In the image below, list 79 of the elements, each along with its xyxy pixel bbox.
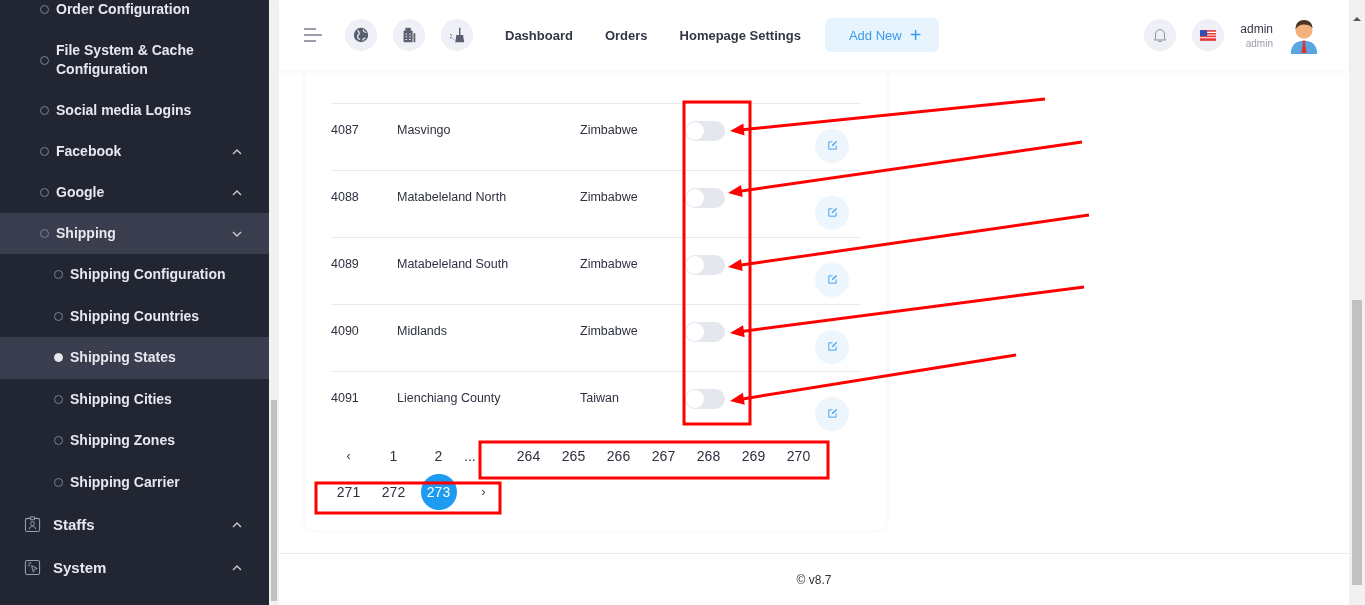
table-cell-text: Matabeleland North <box>397 189 508 206</box>
language-button[interactable] <box>1192 19 1225 51</box>
user-role: admin <box>1245 37 1273 49</box>
table-cell-text: Taiwan <box>580 390 620 407</box>
table-cell-text: 4088 <box>331 189 360 206</box>
status-toggle[interactable] <box>685 322 725 342</box>
flag-icon <box>1200 29 1217 41</box>
page-link[interactable]: 268 <box>686 438 731 474</box>
sidebar-subitem[interactable]: Shipping Carrier <box>0 461 269 503</box>
table-cell-text: Zimbabwe <box>580 323 639 340</box>
sidebar-item[interactable]: Google <box>0 172 269 213</box>
sidebar-subitem[interactable]: Shipping Cities <box>0 378 269 420</box>
page-link[interactable]: 266 <box>596 438 641 474</box>
table-cell-text: Matabeleland South <box>397 256 510 273</box>
cursor-click-icon <box>24 559 41 576</box>
sidebar-subitem[interactable]: Shipping Countries <box>0 295 269 337</box>
page-link[interactable]: ... <box>461 438 506 474</box>
table-cell-text: Zimbabwe <box>580 189 639 206</box>
table-cell-text: Zimbabwe <box>580 122 639 139</box>
edit-icon <box>826 341 838 352</box>
page-link[interactable]: 2 <box>416 438 461 474</box>
table-cell-text: 4089 <box>331 256 360 273</box>
page-link[interactable]: 1 <box>371 438 416 474</box>
user-name: admin <box>1240 21 1273 36</box>
scrollbar[interactable] <box>1349 0 1365 605</box>
nav-link[interactable]: Dashboard <box>505 27 573 43</box>
sidebar-subitem[interactable]: Shipping Zones <box>0 420 269 462</box>
page-link[interactable]: 265 <box>551 438 596 474</box>
edit-button[interactable] <box>815 128 849 163</box>
page-link[interactable]: 272 <box>371 474 416 510</box>
previous-page-link[interactable]: ‹ <box>326 438 371 474</box>
menu-icon[interactable] <box>303 27 323 43</box>
globe-icon <box>352 26 370 44</box>
table-cell-text: Zimbabwe <box>580 256 639 273</box>
edit-icon <box>826 274 838 285</box>
notification-button[interactable] <box>1144 19 1177 51</box>
sidebar-item[interactable]: Shipping <box>0 213 269 254</box>
nav-link[interactable]: Homepage Settings <box>679 27 801 43</box>
table-cell-text: Masvingo <box>397 122 452 139</box>
sidebar-item[interactable]: File System & Cache Configuration <box>0 30 269 90</box>
edit-icon <box>826 140 838 151</box>
page-link[interactable]: 267 <box>641 438 686 474</box>
edit-button[interactable] <box>815 262 849 297</box>
sidebar-subitem[interactable]: Shipping States <box>0 337 269 379</box>
sidebar-item[interactable]: Social media Logins <box>0 90 269 131</box>
broom-icon <box>448 26 466 44</box>
scroll-up-icon <box>1352 16 1362 22</box>
page-link[interactable]: 269 <box>731 438 776 474</box>
page-link[interactable]: 270 <box>776 438 821 474</box>
globe-button[interactable] <box>345 19 377 51</box>
version-text: © v8.7 <box>796 572 832 587</box>
broom-button[interactable] <box>441 19 473 51</box>
table-cell-text: Lienchiang County <box>397 390 502 407</box>
status-toggle[interactable] <box>685 255 725 275</box>
table-cell-text: 4091 <box>331 390 360 407</box>
bullet-icon <box>54 353 63 363</box>
id-badge-icon <box>24 516 41 533</box>
sidebar-subitem[interactable]: Shipping Configuration <box>0 254 269 296</box>
edit-button[interactable] <box>815 396 849 431</box>
table-cell-text: 4087 <box>331 122 360 139</box>
sidebar-item[interactable]: Facebook <box>0 131 269 172</box>
status-toggle[interactable] <box>685 188 725 208</box>
page-link[interactable]: 264 <box>506 438 551 474</box>
sidebar-item[interactable]: Order Configuration <box>0 0 269 30</box>
table-cell-text: 4090 <box>331 323 360 340</box>
nav-link[interactable]: Orders <box>604 27 648 43</box>
table-cell-text: Midlands <box>397 323 449 340</box>
edit-icon <box>826 408 838 419</box>
status-toggle[interactable] <box>685 389 725 409</box>
scrollbar[interactable] <box>269 0 279 605</box>
next-page-link[interactable]: › <box>461 474 506 510</box>
calculator-button[interactable] <box>393 19 425 51</box>
edit-icon <box>826 207 838 218</box>
edit-button[interactable] <box>815 195 849 230</box>
edit-button[interactable] <box>815 329 849 364</box>
status-toggle[interactable] <box>685 121 725 141</box>
page-link[interactable]: 271 <box>326 474 371 510</box>
sidebar-item[interactable]: System <box>0 546 269 589</box>
sidebar-item[interactable]: Staffs <box>0 503 269 546</box>
